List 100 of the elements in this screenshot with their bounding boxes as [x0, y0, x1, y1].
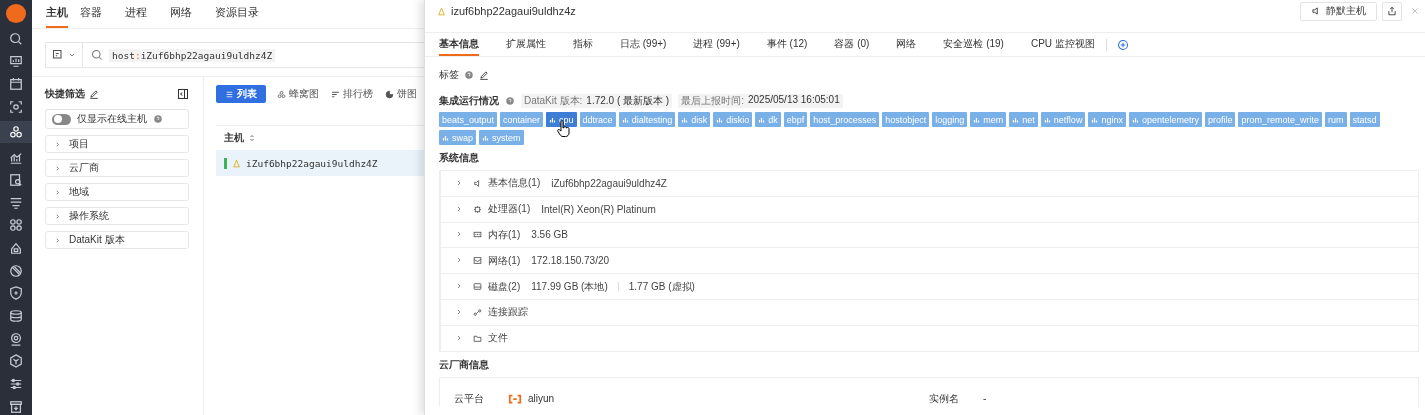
tab[interactable]: 主机	[46, 0, 68, 28]
view-tab[interactable]: 排行榜	[326, 85, 378, 103]
chevron-down-icon	[68, 51, 76, 59]
tab[interactable]: 进程 (99+)	[693, 33, 740, 56]
tab[interactable]: 资源目录	[215, 0, 270, 28]
linux-icon	[437, 6, 446, 16]
section-title: 云厂商信息	[439, 357, 490, 372]
search-query[interactable]: host:iZuf6bhp22agaui9uldhz4Z	[109, 48, 276, 62]
bar-chart-icon	[442, 133, 450, 142]
help-icon	[464, 70, 474, 80]
system-info-row[interactable]: 内存(1) 3.56 GB	[441, 222, 1418, 249]
tab[interactable]: 容器	[80, 0, 113, 28]
share-button[interactable]	[1382, 1, 1402, 21]
chevron-right-icon	[455, 307, 463, 316]
camera-icon	[9, 331, 23, 346]
system-info-row[interactable]: 连接跟踪	[441, 300, 1418, 326]
bar-chart-icon	[973, 115, 982, 124]
add-tab-button[interactable]	[1105, 38, 1129, 51]
sliders-icon	[9, 376, 23, 391]
row-value: 117.99 GB (本地)	[531, 279, 608, 294]
tab[interactable]: 安全巡检 (19)	[943, 33, 1004, 56]
row-label: 内存(1)	[488, 228, 521, 242]
filter-group[interactable]: 项目	[45, 135, 189, 153]
view-tab[interactable]: 列表	[216, 85, 266, 103]
chevron-right-icon	[455, 333, 463, 342]
chevron-right-icon	[54, 140, 61, 148]
bar-chart-icon	[1131, 115, 1140, 124]
bar-chart-icon	[681, 115, 690, 124]
row-label: 处理器(1)	[488, 202, 531, 217]
edit-icon	[89, 89, 99, 99]
bar-chart-icon	[549, 115, 558, 124]
chevron-right-icon	[455, 230, 463, 239]
plus-circle-icon	[1116, 38, 1129, 51]
report-time: 最后上报时间: 2025/05/13 16:05:01	[678, 94, 843, 108]
document-search-icon	[9, 173, 23, 188]
tab[interactable]: 基本信息	[439, 33, 479, 56]
calendar-icon	[9, 77, 23, 92]
system-info-row[interactable]: 网络(1) 172.18.150.73/20	[441, 248, 1418, 275]
tab[interactable]: CPU 监控视图	[1030, 33, 1095, 56]
table-row[interactable]: iZuf6bhp22agaui9uldhz4Z	[216, 150, 424, 176]
share-icon	[1387, 6, 1397, 16]
field-label: 云平台	[454, 391, 485, 406]
help-icon	[153, 114, 163, 124]
tab[interactable]: 网络	[896, 33, 917, 56]
collapse-panel-icon	[177, 88, 189, 100]
mute-button[interactable]: 静默主机	[1300, 1, 1377, 21]
row-label: 网络(1)	[488, 253, 521, 268]
system-info-row[interactable]: 处理器(1) Intel(R) Xeon(R) Platinum	[441, 196, 1418, 223]
tab[interactable]: 事件 (12)	[766, 33, 808, 56]
system-info-row[interactable]: 基本信息(1) iZuf6bhp22agaui9uldhz4Z	[441, 171, 1418, 197]
nav-item[interactable]	[0, 121, 32, 144]
chevron-right-icon	[455, 256, 463, 265]
ranking-icon	[331, 89, 340, 99]
row-label: 连接跟踪	[488, 305, 528, 320]
tab[interactable]: 容器 (0)	[834, 33, 870, 56]
cube-icon	[9, 354, 23, 369]
row-label: 基本信息(1)	[488, 176, 541, 191]
row-label: 磁盘(2)	[488, 279, 521, 294]
linux-icon	[232, 158, 241, 168]
row-value: 172.18.150.73/20	[531, 255, 610, 267]
filter-group[interactable]: 云厂商	[45, 159, 189, 177]
row-value: Intel(R) Xeon(R) Platinum	[541, 203, 656, 215]
chevron-right-icon	[54, 188, 61, 196]
view-tab[interactable]: 蜂窝图	[272, 85, 324, 103]
filter-group[interactable]: DataKit 版本	[45, 231, 189, 249]
host-icon	[52, 49, 64, 61]
database-icon	[9, 309, 23, 324]
column-header[interactable]: 主机	[224, 131, 244, 145]
bar-chart-icon	[758, 115, 767, 124]
tab[interactable]: 扩展属性	[506, 33, 546, 56]
toggle-switch[interactable]	[52, 113, 71, 125]
hexagon-icon	[277, 89, 286, 99]
version-info: DataKit 版本: 1.72.0 ( 最新版本 )	[521, 94, 673, 108]
row-value: 3.56 GB	[531, 229, 568, 241]
chip-icon	[473, 204, 482, 214]
link-icon	[473, 307, 482, 317]
chevron-right-icon	[54, 164, 61, 172]
tab[interactable]: 日志 (99+)	[620, 33, 667, 56]
status-bar	[224, 157, 227, 169]
logo-icon[interactable]	[6, 4, 26, 23]
system-info-row[interactable]: 文件	[441, 325, 1418, 351]
memory-icon	[473, 230, 482, 240]
cluster-icon	[9, 125, 23, 140]
tab[interactable]: 网络	[170, 0, 203, 28]
filter-icon	[9, 195, 23, 210]
filter-group[interactable]: 操作系统	[45, 207, 189, 225]
field-value: -	[983, 393, 987, 405]
drawer-title: izuf6bhp22agaui9uldhz4z	[451, 5, 577, 17]
section-label: 标签	[439, 68, 459, 82]
sort-icon	[248, 134, 256, 142]
tab[interactable]: 指标	[573, 33, 593, 56]
close-x-icon	[1410, 6, 1420, 16]
host-name: iZuf6bhp22agaui9uldhz4Z	[246, 157, 378, 169]
toggle-label: 仅显示在线主机	[77, 112, 147, 126]
filter-group[interactable]: 地域	[45, 183, 189, 201]
search-icon	[91, 49, 103, 61]
view-tab[interactable]: 饼图	[380, 85, 422, 103]
tab[interactable]: 进程	[125, 0, 158, 28]
section-title: 集成运行情况	[439, 94, 499, 108]
system-info-row[interactable]: 磁盘(2) 117.99 GB (本地) 1.77 GB (虚拟)	[441, 274, 1418, 300]
